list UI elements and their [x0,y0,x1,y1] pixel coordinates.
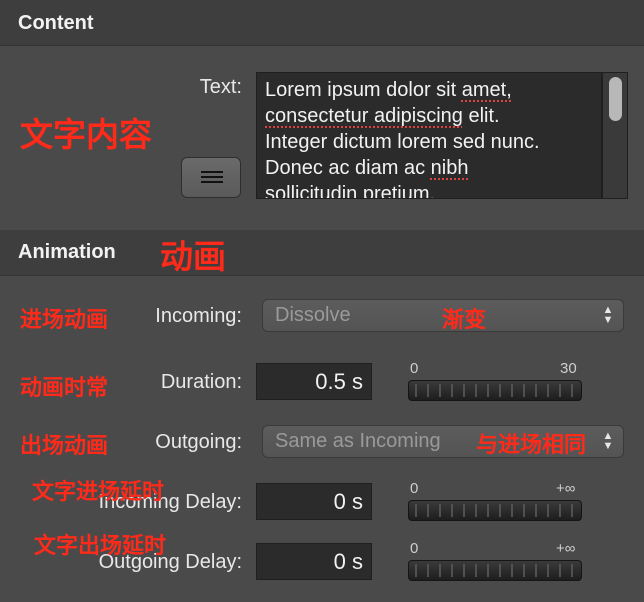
text-line: Lorem ipsum dolor sit amet, [265,79,512,101]
incoming-label: Incoming: [155,305,242,327]
outgoing-delay-max-label: +∞ [556,540,576,557]
duration-max-label: 30 [560,360,577,377]
text-line: Integer dictum lorem sed nunc. [265,131,540,153]
incoming-delay-max-label: +∞ [556,480,576,497]
outgoing-delay-annotation: 文字出场延时 [34,534,167,559]
up-down-chevron-icon: ▲ ▼ [602,304,614,326]
text-label: Text: [199,76,242,98]
outgoing-value-annotation: 与进场相同 [476,433,587,458]
content-section-header: Content [0,0,644,46]
animation-annotation: 动画 [160,237,226,276]
incoming-value: Dissolve [275,304,351,326]
outgoing-label: Outgoing: [155,431,242,453]
duration-min-label: 0 [410,360,419,377]
outgoing-delay-dial[interactable] [408,560,582,581]
outgoing-delay-min-label: 0 [410,540,419,557]
duration-dial[interactable] [408,380,582,401]
text-content-field[interactable]: Lorem ipsum dolor sit amet, consectetur … [256,72,602,199]
text-word: nibh [430,157,469,179]
duration-field[interactable]: 0.5 s [256,363,372,400]
outgoing-value: Same as Incoming [275,430,441,452]
text-align-button[interactable] [181,157,241,198]
text-line: Donec ac diam ac nibh [265,157,469,179]
incoming-delay-annotation: 文字进场延时 [32,480,165,505]
incoming-delay-dial[interactable] [408,500,582,521]
incoming-delay-min-label: 0 [410,480,419,497]
duration-label: Duration: [160,371,242,393]
outgoing-annotation: 出场动画 [20,434,109,459]
text-vertical-scrollbar[interactable] [602,72,628,199]
animation-section-title: Animation [18,241,116,263]
up-down-chevron-icon: ▲ ▼ [602,430,614,452]
scrollbar-thumb[interactable] [609,77,622,121]
content-annotation: 文字内容 [20,115,152,154]
text-word: consectetur adipiscing [265,105,463,127]
duration-annotation: 动画时常 [20,376,109,401]
text-line: sollicitudin pretium. [265,183,436,199]
text-line: consectetur adipiscing elit. [265,105,500,127]
animation-section-header: Animation [0,230,644,276]
incoming-value-annotation: 渐变 [442,308,487,333]
text-word: amet, [461,79,512,101]
incoming-delay-field[interactable]: 0 s [256,483,372,520]
text-align-icon [201,171,223,186]
outgoing-delay-field[interactable]: 0 s [256,543,372,580]
content-section-title: Content [18,12,94,34]
incoming-annotation: 进场动画 [20,308,109,333]
